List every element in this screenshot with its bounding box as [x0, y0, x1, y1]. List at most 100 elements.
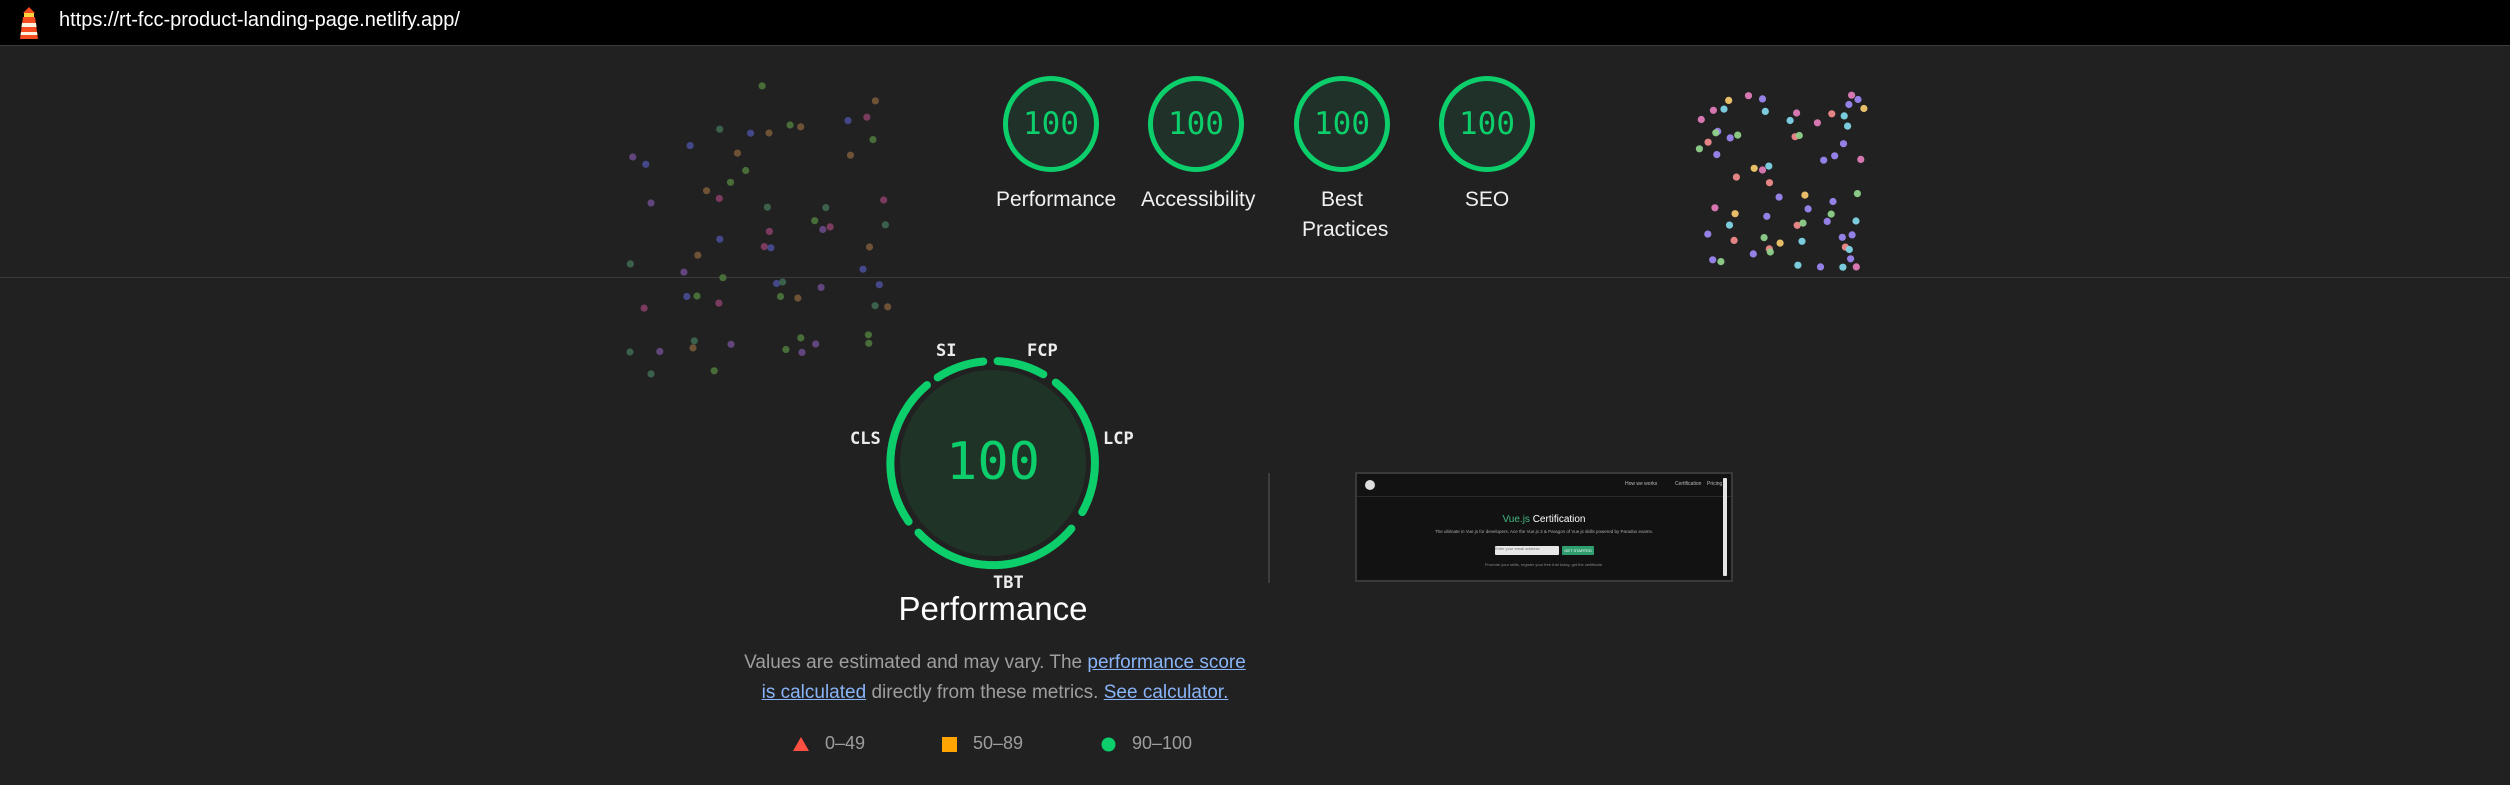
confetti-dot [797, 123, 805, 131]
lighthouse-logo-icon [20, 7, 38, 39]
metric-label-cls[interactable]: CLS [850, 429, 881, 449]
confetti-dot [1730, 236, 1738, 244]
confetti-dot [1695, 145, 1703, 153]
confetti-dot [629, 153, 637, 161]
confetti-dot [1765, 179, 1774, 187]
confetti-dot [693, 292, 701, 300]
performance-description: Values are estimated and may vary. The p… [740, 648, 1250, 708]
metric-label-fcp[interactable]: FCP [1027, 341, 1058, 361]
confetti-dot [642, 160, 650, 168]
confetti-dot [811, 217, 819, 225]
see-calculator-link[interactable]: See calculator. [1104, 682, 1229, 703]
thumbnail-footer: Promote your skills, register your free … [1484, 562, 1604, 567]
square-icon [942, 736, 957, 752]
thumbnail-nav-item: Certification [1675, 481, 1702, 487]
performance-title: Performance [898, 590, 1088, 627]
confetti-dot [686, 142, 694, 150]
confetti-dot [715, 194, 723, 203]
description-text: Values are estimated and may vary. The [744, 652, 1088, 673]
confetti-dot [1726, 134, 1734, 142]
confetti-dot [1860, 104, 1868, 113]
confetti-dot [863, 113, 871, 121]
confetti-dot [716, 235, 724, 243]
thumbnail-title-accent: Vue.js [1502, 514, 1530, 525]
circle-icon [1101, 737, 1116, 752]
category-label: Accessibility [1141, 188, 1256, 211]
confetti-dot [640, 304, 648, 312]
gauge-ring: 100 [1148, 76, 1244, 172]
confetti-dot [826, 223, 834, 231]
header-divider [0, 277, 2510, 278]
gauge-ring: 100 [1294, 76, 1390, 172]
confetti-dot [1709, 256, 1717, 264]
confetti-dot [1820, 156, 1828, 164]
confetti-dot [1839, 140, 1848, 148]
confetti-dot [1853, 190, 1861, 198]
category-seo[interactable]: 100 SEO [1432, 76, 1542, 215]
confetti-dot [1795, 131, 1803, 140]
confetti-dot [1839, 263, 1847, 271]
confetti-dot [1761, 107, 1769, 115]
triangle-icon [793, 737, 809, 752]
legend-fail-label: 0–49 [825, 733, 866, 753]
metric-label-lcp[interactable]: LCP [1103, 429, 1134, 449]
confetti-dot [710, 367, 718, 375]
confetti-dot [797, 334, 805, 342]
confetti-dot [1816, 263, 1825, 271]
category-best-practices[interactable]: 100 Best Practices [1287, 76, 1397, 245]
confetti-dot [1852, 217, 1860, 225]
fireworks-decoration [626, 82, 1868, 378]
gauge-ring: 100 [1439, 76, 1535, 172]
page-url[interactable]: https://rt-fcc-product-landing-page.netl… [59, 9, 460, 32]
confetti-dot [881, 221, 890, 229]
category-accessibility[interactable]: 100 Accessibility [1141, 76, 1256, 215]
confetti-dot [880, 196, 888, 204]
confetti-dot [794, 294, 802, 302]
confetti-dot [1720, 105, 1728, 113]
confetti-dot [1725, 221, 1734, 229]
confetti-dot [1857, 155, 1865, 163]
confetti-dot [1697, 115, 1705, 124]
thumbnail-scrollbar [1723, 478, 1727, 576]
confetti-dot [864, 331, 873, 339]
confetti-dot [1731, 210, 1739, 218]
confetti-dot [1712, 129, 1720, 137]
category-label: Performance [996, 188, 1117, 211]
confetti-dot [1793, 109, 1801, 117]
confetti-dot [1750, 164, 1758, 172]
thumbnail-subtitle: The ultimate in Vue.js for developers. A… [1434, 529, 1654, 534]
confetti-dot [822, 204, 830, 212]
confetti-dot [1711, 204, 1719, 212]
category-performance[interactable]: 100 Performance [996, 76, 1117, 215]
confetti-dot [689, 344, 697, 352]
category-score: 100 [1023, 106, 1079, 142]
confetti-dot [765, 227, 774, 235]
confetti-dot [1804, 205, 1812, 213]
category-label: Best Practices [1302, 188, 1389, 241]
legend-average-label: 50–89 [973, 733, 1024, 753]
category-label: SEO [1464, 188, 1510, 211]
legend-fail: 0–49 [793, 733, 865, 754]
confetti-dot [1749, 250, 1757, 258]
confetti-dot [733, 149, 742, 157]
confetti-dot [647, 199, 655, 207]
legend-pass-label: 90–100 [1132, 733, 1193, 753]
confetti-dot [1766, 248, 1774, 256]
confetti-dot [1831, 152, 1839, 160]
metric-label-si[interactable]: SI [936, 341, 956, 361]
confetti-dot [727, 340, 735, 348]
confetti-dot [786, 121, 794, 129]
confetti-dot [779, 278, 787, 286]
confetti-dot [1717, 258, 1725, 266]
thumbnail-cta-button: GET STARTED [1562, 546, 1594, 555]
confetti-dot [844, 117, 852, 125]
thumbnail-title: Vue.js Certification [1357, 514, 1731, 525]
confetti-dot [1844, 122, 1852, 130]
confetti-dot [812, 340, 820, 348]
confetti-dot [742, 166, 750, 175]
confetti-dot [726, 178, 735, 186]
final-screenshot-thumbnail[interactable]: How we works Certification Pricing Vue.j… [1355, 472, 1733, 582]
confetti-dot [1765, 162, 1773, 170]
confetti-dot [1801, 191, 1809, 199]
confetti-dot [865, 243, 874, 251]
